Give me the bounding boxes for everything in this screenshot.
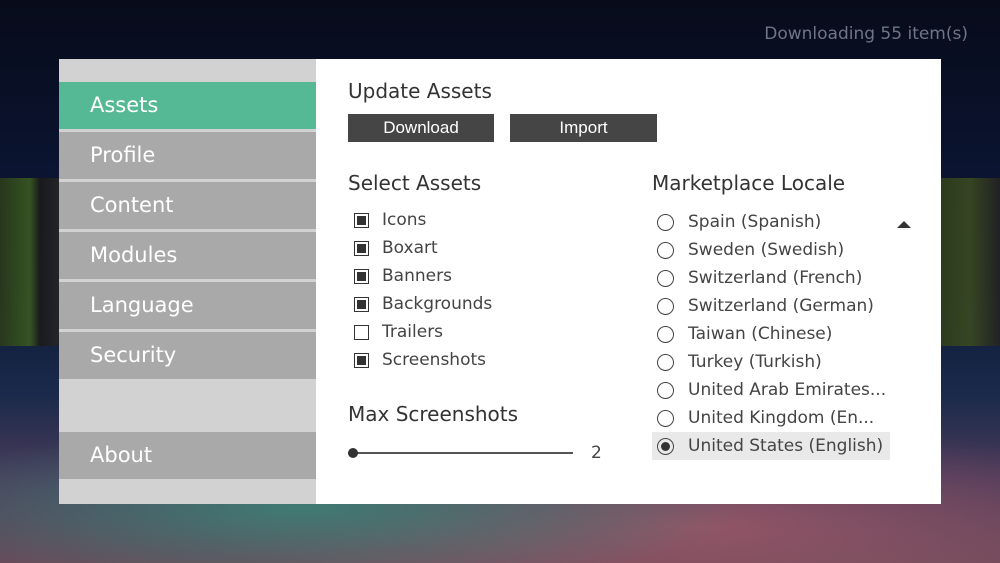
radio-button[interactable] <box>657 381 674 399</box>
locale-label: Switzerland (German) <box>688 296 874 316</box>
checkbox-label: Icons <box>382 210 427 230</box>
locale-label: United Arab Emirates... <box>688 380 887 400</box>
locale-label: Switzerland (French) <box>688 268 863 288</box>
scroll-up-arrow-icon[interactable] <box>897 221 911 228</box>
locale-option[interactable]: United Arab Emirates... <box>652 376 890 404</box>
asset-checkbox-banners[interactable]: Banners <box>354 262 452 290</box>
checkbox-label: Screenshots <box>382 350 487 370</box>
checkbox[interactable] <box>354 268 369 284</box>
download-status: Downloading 55 item(s) <box>764 24 968 44</box>
checkbox[interactable] <box>354 240 369 256</box>
locale-label: Turkey (Turkish) <box>688 352 822 372</box>
checkbox[interactable] <box>354 212 369 228</box>
locale-option[interactable]: Taiwan (Chinese) <box>652 320 890 348</box>
locale-label: Spain (Spanish) <box>688 212 822 232</box>
import-button[interactable]: Import <box>510 114 657 142</box>
locale-label: Sweden (Swedish) <box>688 240 845 260</box>
marketplace-locale-heading: Marketplace Locale <box>652 171 846 195</box>
sidebar-item-assets[interactable]: Assets <box>59 82 316 129</box>
sidebar: Assets Profile Content Modules Language … <box>59 59 316 504</box>
checkbox-label: Banners <box>382 266 452 286</box>
max-screenshots-heading: Max Screenshots <box>348 402 519 426</box>
radio-button[interactable] <box>657 437 674 455</box>
locale-option[interactable]: Spain (Spanish) <box>652 208 890 236</box>
radio-button[interactable] <box>657 269 674 287</box>
locale-option[interactable]: Sweden (Swedish) <box>652 236 890 264</box>
radio-button[interactable] <box>657 353 674 371</box>
radio-button[interactable] <box>657 213 674 231</box>
checkbox-label: Backgrounds <box>382 294 493 314</box>
slider-thumb[interactable] <box>348 448 358 458</box>
locale-label: Taiwan (Chinese) <box>688 324 833 344</box>
checkbox[interactable] <box>354 324 369 340</box>
settings-dialog: Assets Profile Content Modules Language … <box>59 59 941 504</box>
asset-checkbox-boxart[interactable]: Boxart <box>354 234 438 262</box>
sidebar-item-modules[interactable]: Modules <box>59 232 316 279</box>
max-screenshots-slider[interactable] <box>348 444 573 462</box>
locale-option[interactable]: Switzerland (French) <box>652 264 890 292</box>
checkbox[interactable] <box>354 296 369 312</box>
checkbox-label: Boxart <box>382 238 438 258</box>
locale-option[interactable]: Switzerland (German) <box>652 292 890 320</box>
max-screenshots-value: 2 <box>591 443 602 463</box>
sidebar-item-security[interactable]: Security <box>59 332 316 379</box>
asset-checkbox-icons[interactable]: Icons <box>354 206 426 234</box>
checkbox-label: Trailers <box>382 322 444 342</box>
asset-checkbox-screenshots[interactable]: Screenshots <box>354 346 486 374</box>
radio-button[interactable] <box>657 241 674 259</box>
locale-option[interactable]: United States (English) <box>652 432 890 460</box>
radio-button[interactable] <box>657 297 674 315</box>
update-assets-heading: Update Assets <box>348 79 492 103</box>
sidebar-item-content[interactable]: Content <box>59 182 316 229</box>
radio-button[interactable] <box>657 325 674 343</box>
locale-label: United Kingdom (En... <box>688 408 875 428</box>
asset-checkbox-trailers[interactable]: Trailers <box>354 318 443 346</box>
radio-button[interactable] <box>657 409 674 427</box>
asset-checkbox-backgrounds[interactable]: Backgrounds <box>354 290 492 318</box>
download-button[interactable]: Download <box>348 114 494 142</box>
slider-track <box>348 452 573 454</box>
locale-label: United States (English) <box>688 436 884 456</box>
sidebar-item-language[interactable]: Language <box>59 282 316 329</box>
select-assets-heading: Select Assets <box>348 171 482 195</box>
checkbox[interactable] <box>354 352 369 368</box>
sidebar-item-about[interactable]: About <box>59 432 316 479</box>
locale-option[interactable]: United Kingdom (En... <box>652 404 890 432</box>
locale-option[interactable]: Turkey (Turkish) <box>652 348 890 376</box>
sidebar-item-profile[interactable]: Profile <box>59 132 316 179</box>
